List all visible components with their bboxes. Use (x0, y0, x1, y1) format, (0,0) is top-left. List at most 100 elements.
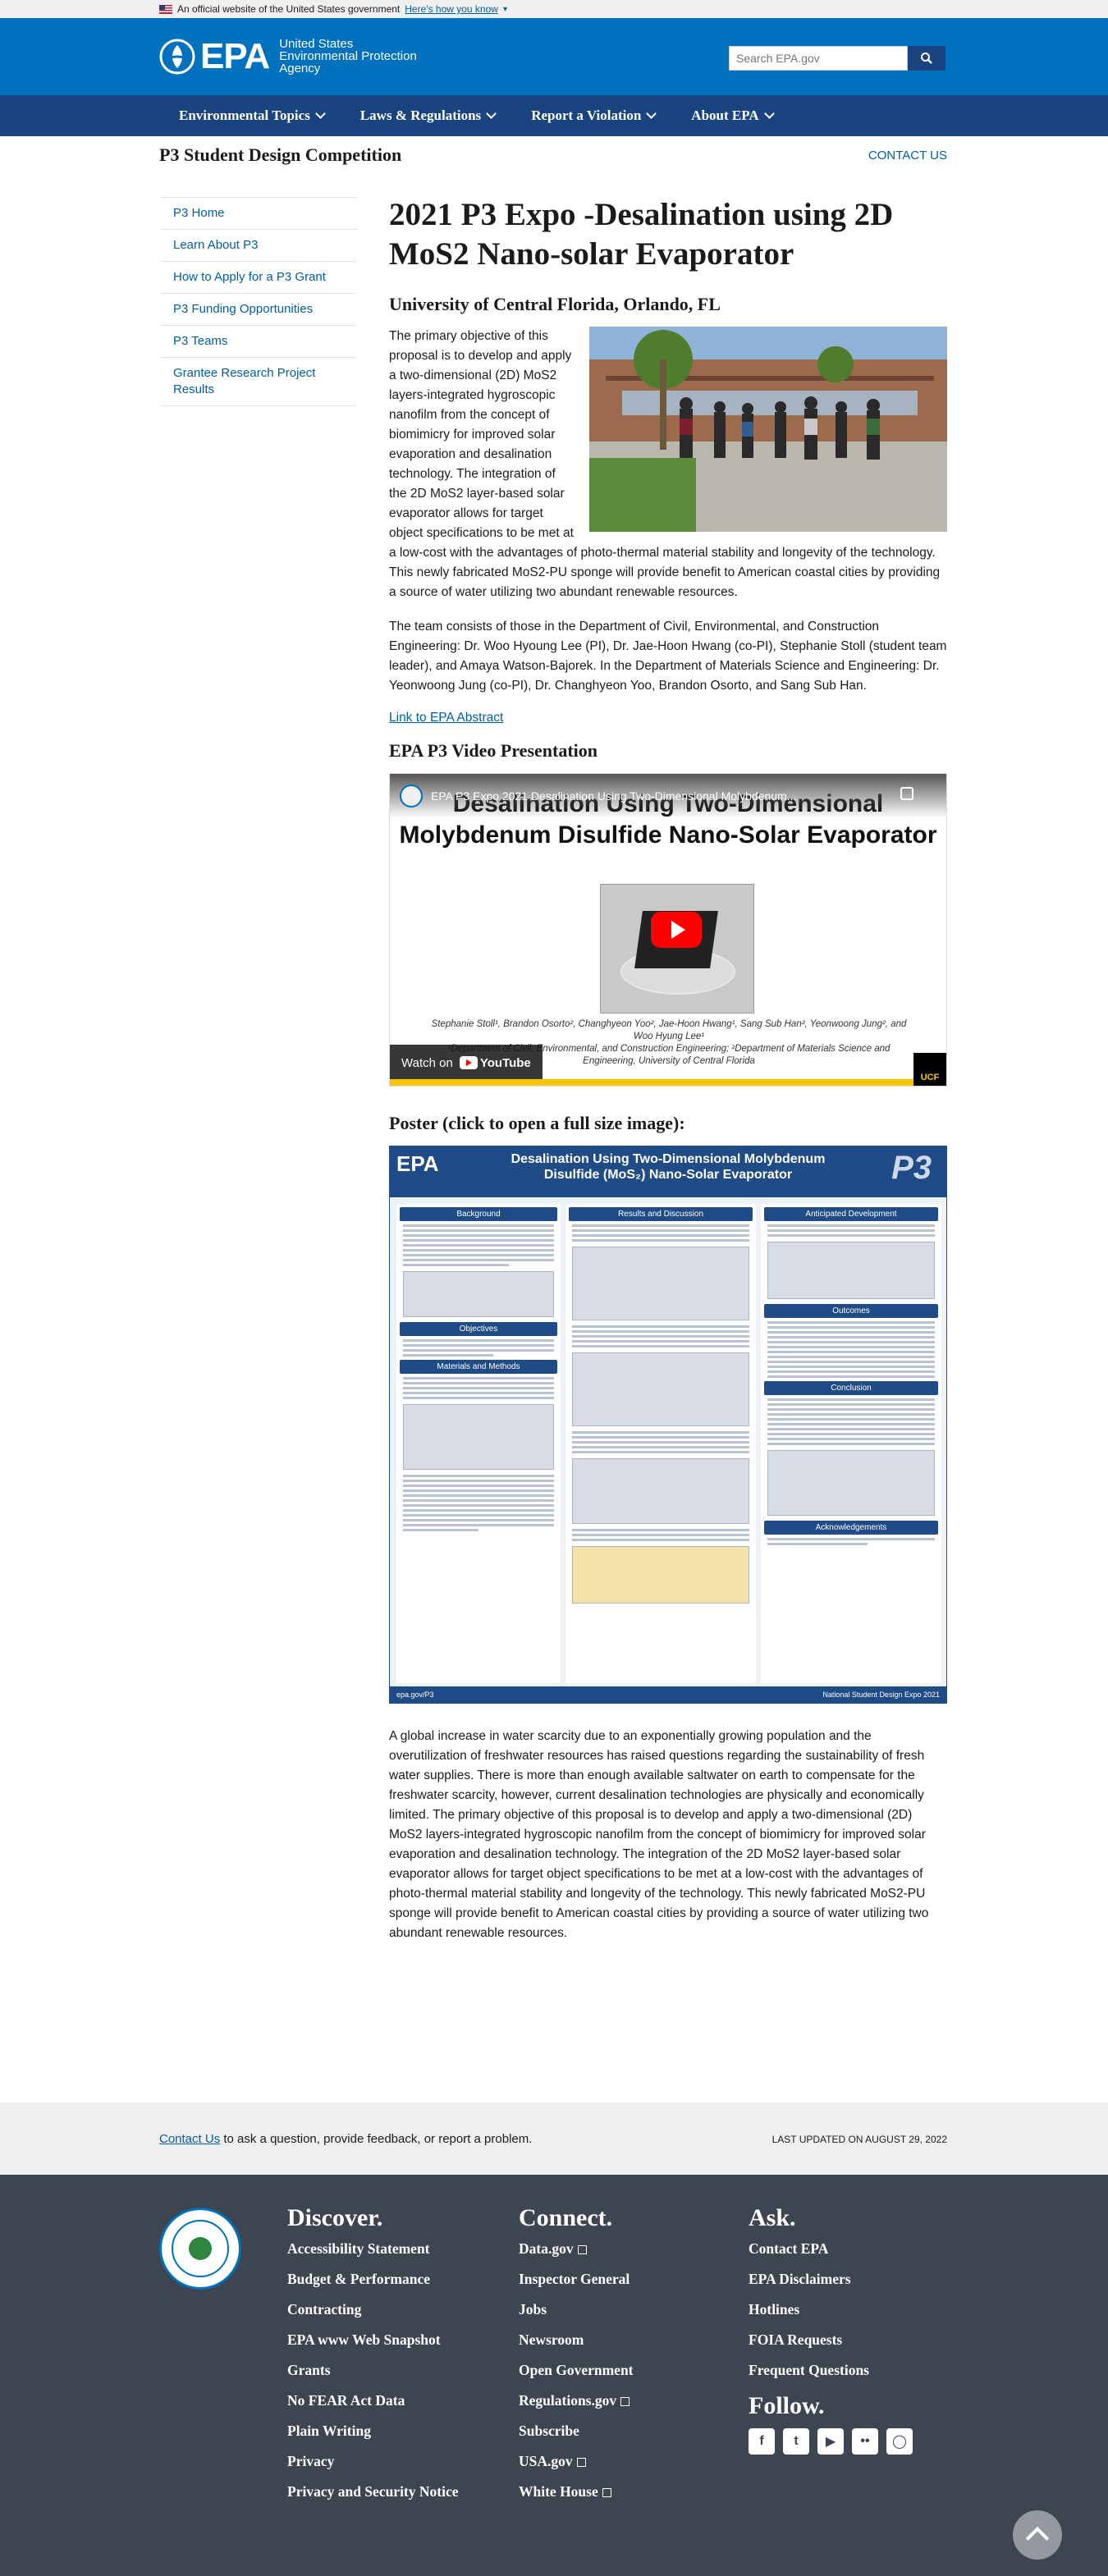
video-title-bar: EPA P3 Expo 2021 Desalination Using Two-… (390, 774, 946, 818)
epa-seal-logo[interactable] (159, 2208, 241, 2290)
footer-link[interactable]: Subscribe (519, 2423, 634, 2439)
poster-figure (572, 1458, 749, 1524)
evaporator-photo (600, 884, 754, 1013)
sidebar-item-funding-opportunities[interactable]: P3 Funding Opportunities (161, 293, 356, 325)
heres-how-you-know-link[interactable]: Here's how you know (405, 3, 498, 15)
youtube-logo-icon: YouTube (459, 1056, 531, 1070)
research-poster[interactable]: EPA Desalination Using Two-Dimensional M… (389, 1146, 947, 1704)
footer-link[interactable]: EPA Disclaimers (749, 2271, 913, 2287)
authors-text: Stephanie Stoll¹, Brandon Osorto², Chang… (431, 1019, 907, 1041)
channel-avatar[interactable] (400, 785, 423, 808)
footer-contact-us-link[interactable]: Contact Us (159, 2132, 220, 2146)
footer-link[interactable]: Open Government (519, 2362, 634, 2378)
footer-link[interactable]: EPA www Web Snapshot (287, 2331, 468, 2348)
logo-word: EPA (200, 35, 270, 76)
nav-label: Environmental Topics (179, 108, 310, 123)
search-input[interactable] (729, 46, 908, 71)
footer-link[interactable]: Privacy and Security Notice (287, 2483, 468, 2500)
poster-figure (572, 1247, 749, 1320)
gov-banner: An official website of the United States… (0, 0, 1108, 18)
epa-logo[interactable]: EPA United States Environmental Protecti… (159, 38, 417, 75)
footer-link[interactable]: Budget & Performance (287, 2271, 468, 2287)
footer-link[interactable]: Newsroom (519, 2331, 634, 2348)
facebook-icon[interactable]: f (749, 2428, 775, 2455)
main-nav: Environmental Topics Laws & Regulations … (0, 95, 1108, 136)
sidebar-item-learn-about-p3[interactable]: Learn About P3 (161, 229, 356, 261)
poster-epa-logo: EPA (396, 1151, 439, 1176)
back-to-top-button[interactable] (1013, 2510, 1062, 2560)
nav-laws-regulations[interactable]: Laws & Regulations (359, 108, 497, 124)
search-button[interactable] (908, 46, 945, 71)
footer-link-label: White House (519, 2483, 598, 2500)
external-link-icon (620, 2397, 630, 2407)
poster-column-right: Anticipated Development Outcomes Conclus… (761, 1204, 941, 1683)
nav-label: About EPA (691, 108, 759, 123)
poster-section-heading: Anticipated Development (764, 1207, 938, 1221)
poster-section-heading: Results and Discussion (569, 1207, 753, 1221)
watch-on-youtube-button[interactable]: Watch on YouTube (390, 1045, 543, 1081)
footer-link[interactable]: Grants (287, 2362, 468, 2378)
footer-link[interactable]: Frequent Questions (749, 2362, 913, 2378)
footer-link[interactable]: Jobs (519, 2301, 634, 2317)
last-updated: LAST UPDATED ON AUGUST 29, 2022 (771, 2134, 947, 2145)
site-header: EPA United States Environmental Protecti… (0, 18, 1108, 95)
poster-figure (403, 1271, 554, 1317)
sidebar-item-p3-home[interactable]: P3 Home (161, 197, 356, 229)
footer-link[interactable]: No FEAR Act Data (287, 2392, 468, 2409)
nav-environmental-topics[interactable]: Environmental Topics (179, 108, 326, 124)
site-footer: Discover. Accessibility Statement Budget… (0, 2175, 1108, 2576)
contact-us-link[interactable]: CONTACT US (868, 149, 947, 162)
footer-link[interactable]: Regulations.gov (519, 2392, 634, 2409)
nav-label: Laws & Regulations (359, 108, 482, 123)
chevron-down-icon: ▾ (502, 4, 507, 14)
footer-link[interactable]: Plain Writing (287, 2423, 468, 2439)
external-link-icon (576, 2458, 586, 2468)
sidebar-item-p3-teams[interactable]: P3 Teams (161, 325, 356, 357)
epa-flower-icon (159, 39, 195, 75)
footer-link[interactable]: Contracting (287, 2301, 468, 2317)
nav-report-violation[interactable]: Report a Violation (531, 108, 657, 124)
footer-heading: Discover. (287, 2204, 383, 2231)
footer-link[interactable]: FOIA Requests (749, 2331, 913, 2348)
nav-label: Report a Violation (531, 108, 642, 123)
twitter-icon[interactable]: t (783, 2428, 809, 2455)
footer-link[interactable]: Accessibility Statement (287, 2240, 468, 2257)
poster-title-line: Disulfide (MoS₂) Nano-Solar Evaporator (543, 1168, 793, 1182)
poster-figure (767, 1450, 935, 1516)
program-header: P3 Student Design Competition CONTACT US (159, 144, 947, 166)
footer-link[interactable]: Hotlines (749, 2301, 913, 2317)
team-photo (589, 327, 947, 532)
search-icon (921, 53, 932, 64)
video-title[interactable]: EPA P3 Expo 2021 Desalination Using Two-… (431, 789, 796, 803)
youtube-icon[interactable]: ▶ (817, 2428, 844, 2455)
copy-link-icon[interactable] (900, 787, 913, 800)
poster-section-heading: Objectives (400, 1322, 557, 1336)
footer-link[interactable]: Data.gov (519, 2240, 634, 2257)
poster-footer: epa.gov/P3 National Student Design Expo … (390, 1686, 946, 1703)
instagram-icon[interactable]: ◯ (886, 2428, 913, 2455)
flickr-icon[interactable]: •• (852, 2428, 878, 2455)
poster-heading: Poster (click to open a full size image)… (389, 1113, 685, 1133)
contact-line: Contact Us to ask a question, provide fe… (159, 2132, 532, 2146)
footer-link-label: Regulations.gov (519, 2392, 617, 2409)
nav-about-epa[interactable]: About EPA (691, 108, 775, 124)
page-title: 2021 P3 Expo -Desalination using 2D MoS2… (389, 197, 894, 272)
footer-link[interactable]: Contact EPA (749, 2240, 913, 2257)
footer-link[interactable]: Privacy (287, 2453, 468, 2469)
play-button[interactable] (651, 912, 702, 948)
poster-section-heading: Materials and Methods (400, 1360, 557, 1374)
social-links: f t ▶ •• ◯ (749, 2428, 913, 2455)
search-form (729, 46, 945, 71)
sidebar-item-how-to-apply[interactable]: How to Apply for a P3 Grant (161, 261, 356, 293)
epa-abstract-link[interactable]: Link to EPA Abstract (389, 711, 947, 725)
logo-sub-line: Agency (279, 62, 321, 75)
footer-connect: Connect. Data.gov Inspector General Jobs… (519, 2204, 634, 2514)
youtube-embed[interactable]: Desalination Using Two-Dimensional Molyb… (389, 773, 947, 1087)
university-heading: University of Central Florida, Orlando, … (389, 294, 721, 314)
footer-link[interactable]: White House (519, 2483, 634, 2500)
footer-link[interactable]: USA.gov (519, 2453, 634, 2469)
sidebar-item-grantee-results[interactable]: Grantee Research Project Results (161, 357, 356, 406)
poster-figure (403, 1404, 554, 1470)
poster-column-middle: Results and Discussion (565, 1204, 756, 1683)
footer-link[interactable]: Inspector General (519, 2271, 634, 2287)
